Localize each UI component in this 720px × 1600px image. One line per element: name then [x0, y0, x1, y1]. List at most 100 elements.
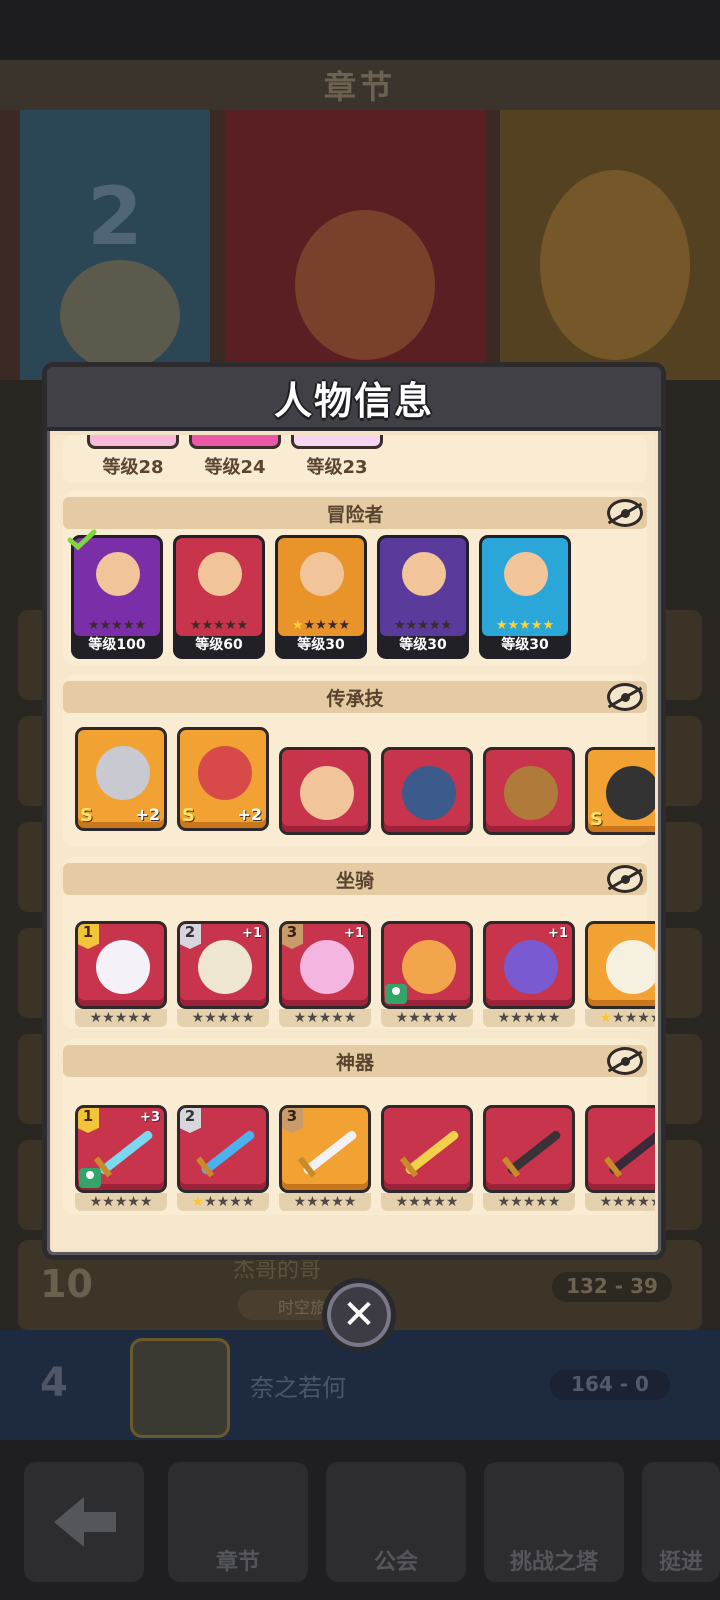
mount-tile[interactable]: 2 +1 [177, 921, 269, 1009]
my-player-name: 奈之若何 [250, 1374, 346, 1402]
plus-level: +3 [140, 1110, 160, 1125]
status-bar-area [0, 0, 720, 60]
skill-tile[interactable] [483, 747, 575, 835]
hero-face [96, 552, 140, 596]
hero-stars: ★★★★★ [282, 619, 360, 632]
hero-card[interactable]: ★★★★★ 等级100 [71, 535, 163, 659]
tier-badge: 1 [78, 1108, 99, 1133]
star-icon: ★ [303, 618, 316, 633]
star-icon: ★ [99, 618, 112, 633]
dialog-scroll-content[interactable]: 等级28 等级24 等级23 冒险者 ★★★★★ 等级100 ★★★★★ 等级60 ★★… [53, 435, 655, 1249]
star-icon: ★ [393, 618, 406, 633]
plus-level: +1 [344, 926, 364, 941]
star-icon: ★ [191, 1010, 205, 1026]
skill-tile[interactable]: S +2 [75, 727, 167, 831]
star-icon: ★ [497, 1010, 511, 1026]
person-badge-icon [385, 984, 407, 1004]
nav-chapter[interactable]: 章节 [168, 1462, 308, 1582]
star-icon: ★ [650, 1010, 655, 1026]
star-icon: ★ [637, 1194, 650, 1210]
star-icon: ★ [624, 1010, 638, 1026]
mini-card[interactable] [87, 435, 179, 449]
star-icon: ★ [139, 1194, 153, 1210]
close-icon: ✕ [342, 1292, 376, 1338]
banner-left: 2 [20, 110, 210, 380]
artifact-tile[interactable]: 1 +3 [75, 1105, 167, 1193]
mount-icon [300, 940, 354, 994]
artifact-stars: ★★★★★ [177, 1193, 269, 1211]
person-badge-icon [79, 1168, 101, 1188]
star-icon: ★ [326, 618, 339, 633]
star-icon: ★ [433, 1194, 446, 1210]
star-icon: ★ [191, 1194, 205, 1210]
star-icon: ★ [408, 1194, 421, 1210]
star-icon: ★ [293, 1010, 307, 1026]
hide-eye-icon[interactable] [607, 1047, 643, 1075]
hero-card[interactable]: ★★★★★ 等级60 [173, 535, 265, 659]
hero-face [198, 552, 242, 596]
hero-card[interactable]: ★★★★★ 等级30 [479, 535, 571, 659]
skill-tile[interactable] [381, 747, 473, 835]
mount-tile[interactable] [585, 921, 655, 1009]
skill-icon [96, 746, 150, 800]
level-label: 等级28 [102, 457, 164, 478]
mount-stars: ★★★★★ [483, 1009, 575, 1027]
artifact-tile[interactable] [585, 1105, 655, 1193]
mount-tile[interactable]: +1 [483, 921, 575, 1009]
star-icon: ★ [139, 1010, 153, 1026]
close-button[interactable]: ✕ [322, 1278, 396, 1352]
star-icon: ★ [343, 1194, 357, 1210]
star-icon: ★ [102, 1194, 115, 1210]
star-icon: ★ [510, 1010, 523, 1026]
star-icon: ★ [89, 1194, 103, 1210]
mount-tile[interactable]: 3 +1 [279, 921, 371, 1009]
skill-icon [402, 766, 456, 820]
skill-tile[interactable]: S +2 [177, 727, 269, 831]
star-icon: ★ [522, 1194, 536, 1210]
nav-tower[interactable]: 挑战之塔 [484, 1462, 624, 1582]
artifact-tile[interactable] [381, 1105, 473, 1193]
artifact-tile[interactable] [483, 1105, 575, 1193]
star-icon: ★ [306, 1010, 319, 1026]
hide-eye-icon[interactable] [607, 499, 643, 527]
hide-eye-icon[interactable] [607, 683, 643, 711]
nav-guild[interactable]: 公会 [326, 1462, 466, 1582]
banner-right [500, 110, 720, 380]
mini-card[interactable] [291, 435, 383, 449]
star-icon: ★ [433, 1010, 446, 1026]
hero-card[interactable]: ★★★★★ 等级30 [377, 535, 469, 659]
skill-tile[interactable] [279, 747, 371, 835]
star-icon: ★ [599, 1194, 613, 1210]
star-icon: ★ [637, 1010, 650, 1026]
mount-icon [96, 940, 150, 994]
star-icon: ★ [497, 1194, 511, 1210]
score-badge: 132 - 39 [552, 1272, 672, 1302]
mini-card[interactable] [189, 435, 281, 449]
hero-card[interactable]: ★★★★★ 等级30 [275, 535, 367, 659]
artifact-stars: ★★★★★ [381, 1193, 473, 1211]
skill-tile[interactable]: S [585, 747, 655, 835]
star-icon: ★ [201, 618, 214, 633]
rank-number: 10 [40, 1262, 93, 1306]
dialog-title: 人物信息 [273, 378, 434, 423]
star-icon: ★ [507, 618, 520, 633]
back-button[interactable] [24, 1462, 144, 1582]
star-icon: ★ [224, 618, 237, 633]
star-icon: ★ [213, 618, 225, 633]
hide-eye-icon[interactable] [607, 865, 643, 893]
mount-tile[interactable]: 1 [75, 921, 167, 1009]
star-icon: ★ [445, 1194, 459, 1210]
star-icon: ★ [547, 1010, 561, 1026]
artifact-tile[interactable]: 2 [177, 1105, 269, 1193]
star-icon: ★ [204, 1194, 217, 1210]
nav-chapter-label: 章节 [215, 1550, 260, 1575]
mount-stars: ★★★★★ [381, 1009, 473, 1027]
artifact-tile[interactable]: 3 [279, 1105, 371, 1193]
star-icon: ★ [445, 1010, 459, 1026]
banner-number: 2 [87, 170, 143, 263]
tier-badge: 2 [180, 1108, 201, 1133]
mount-icon [402, 940, 456, 994]
nav-advance[interactable]: 挺进 [642, 1462, 720, 1582]
mount-tile[interactable] [381, 921, 473, 1009]
hero-level: 等级30 [399, 637, 447, 653]
